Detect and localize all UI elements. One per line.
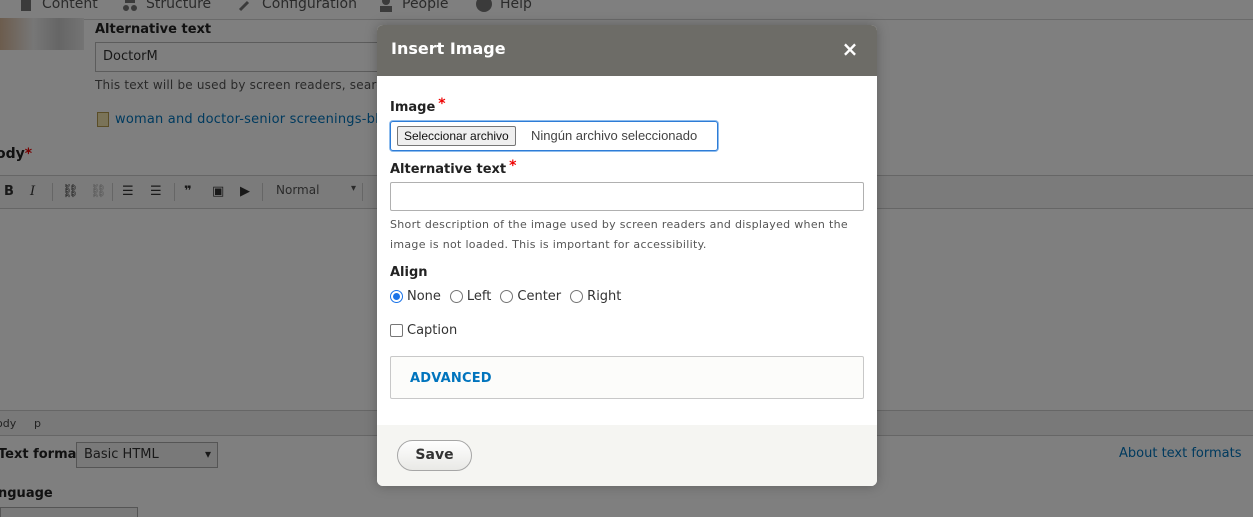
radio-unchecked[interactable] (449, 289, 463, 303)
radio-label: Right (587, 288, 622, 304)
dialog-footer: Save (377, 425, 877, 486)
required-marker: * (438, 96, 446, 112)
radio-label: Left (466, 288, 492, 304)
radio-unchecked[interactable] (570, 289, 584, 303)
radio-label: Center (517, 288, 562, 304)
radio-unchecked[interactable] (500, 289, 514, 303)
dialog-title: Insert Image (391, 39, 506, 58)
advanced-section: ADVANCED (390, 356, 864, 399)
caption-label: Caption (407, 323, 458, 338)
align-label: Align (390, 265, 428, 280)
align-center-radio[interactable]: Center (500, 289, 561, 304)
radio-label: None (407, 288, 441, 304)
align-radio-group: None Left Center Right (390, 287, 630, 305)
radio-checked[interactable] (390, 289, 403, 303)
save-button[interactable]: Save (397, 440, 472, 471)
caption-checkbox-row[interactable]: Caption (390, 323, 457, 338)
align-right-radio[interactable]: Right (570, 289, 621, 304)
alt-text-label: Alternative text * (390, 158, 517, 177)
alt-text-label-text: Alternative text (390, 162, 507, 177)
choose-file-button[interactable]: Seleccionar archivo (397, 126, 516, 146)
alt-text-description: Short description of the image used by s… (390, 218, 848, 251)
advanced-toggle[interactable]: ADVANCED (410, 371, 492, 386)
align-left-radio[interactable]: Left (449, 288, 492, 304)
close-icon[interactable]: × (840, 39, 860, 59)
required-marker: * (509, 158, 517, 174)
file-status-text: Ningún archivo seleccionado (531, 128, 698, 143)
align-none-radio[interactable]: None (390, 289, 441, 304)
caption-checkbox[interactable] (390, 324, 403, 337)
dialog-header: Insert Image × (377, 25, 877, 76)
alt-text-input[interactable] (390, 182, 864, 211)
insert-image-dialog: Insert Image × Image * Seleccionar archiv… (377, 25, 877, 486)
image-file-input[interactable]: Seleccionar archivo Ningún archivo selec… (390, 121, 718, 151)
image-label-text: Image (390, 100, 436, 115)
image-label: Image * (390, 96, 446, 115)
